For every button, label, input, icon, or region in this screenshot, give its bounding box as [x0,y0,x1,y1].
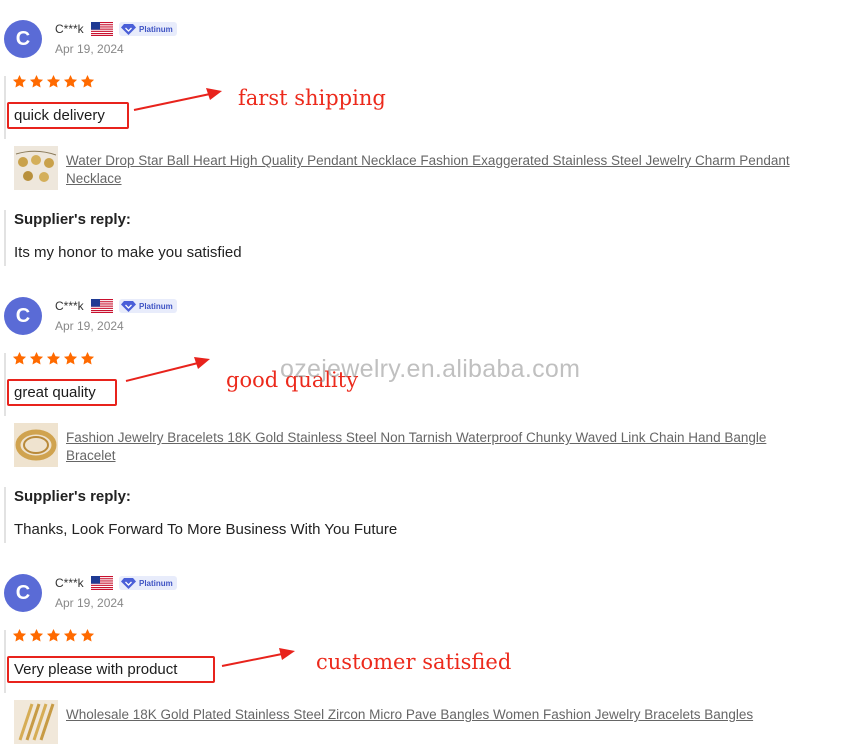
us-flag-icon [91,299,113,313]
comment-text: quick delivery [14,107,105,124]
platinum-badge: Platinum [119,576,177,590]
annotation-arrow [133,88,222,111]
comment-text: Very please with product [14,661,178,678]
annotation-arrow [221,648,295,667]
annotation-text: customer satisfied [316,650,512,674]
divider [4,210,6,266]
platinum-badge: Platinum [119,22,177,36]
comment-text: great quality [14,384,96,401]
platinum-badge: Platinum [119,299,177,313]
supplier-reply-text: Thanks, Look Forward To More Business Wi… [14,521,398,538]
review-date: Apr 19, 2024 [55,42,124,56]
product-thumbnail[interactable] [14,423,58,467]
review-comment: great quality [7,379,117,406]
review-comment: quick delivery [7,102,129,129]
star-icon [12,351,27,365]
star-icon [63,351,78,365]
product-link[interactable]: Wholesale 18K Gold Plated Stainless Stee… [66,706,811,724]
star-icon [46,628,61,642]
supplier-reply-heading: Supplier's reply: [14,488,131,505]
star-icon [29,74,44,88]
product-thumbnail[interactable] [14,146,58,190]
star-icon [63,74,78,88]
us-flag-icon [91,22,113,36]
star-icon [80,628,95,642]
diamond-icon [121,577,136,589]
supplier-reply-text: Its my honor to make you satisfied [14,244,242,261]
annotation-text: farst shipping [238,86,386,110]
review-item: C C***k Platinum Apr 19, 2024 great qual… [0,277,852,554]
product-link[interactable]: Fashion Jewelry Bracelets 18K Gold Stain… [66,429,811,465]
review-date: Apr 19, 2024 [55,596,124,610]
star-icon [12,74,27,88]
star-icon [80,351,95,365]
star-icon [63,628,78,642]
avatar: C [4,574,42,612]
star-icon [29,351,44,365]
review-comment: Very please with product [7,656,215,683]
review-item: C C***k Platinum Apr 19, 2024 quick deli… [0,0,852,277]
star-icon [80,74,95,88]
star-icon [46,351,61,365]
us-flag-icon [91,576,113,590]
product-thumbnail[interactable] [14,700,58,744]
diamond-icon [121,23,136,35]
reviewer-name: C***k [55,299,84,313]
product-link[interactable]: Water Drop Star Ball Heart High Quality … [66,152,811,188]
divider [4,487,6,543]
reviewer-name: C***k [55,22,84,36]
star-rating [12,628,95,643]
reviewer-name: C***k [55,576,84,590]
review-item: C C***k Platinum Apr 19, 2024 Very pleas… [0,554,852,744]
star-icon [29,628,44,642]
divider [4,353,6,416]
divider [4,630,6,693]
diamond-icon [121,300,136,312]
star-rating [12,351,95,366]
divider [4,76,6,139]
avatar: C [4,20,42,58]
watermark: ozejewelry.en.alibaba.com [280,355,581,383]
star-icon [12,628,27,642]
avatar: C [4,297,42,335]
star-rating [12,74,95,89]
review-date: Apr 19, 2024 [55,319,124,333]
supplier-reply-heading: Supplier's reply: [14,211,131,228]
annotation-arrow [125,357,210,382]
star-icon [46,74,61,88]
